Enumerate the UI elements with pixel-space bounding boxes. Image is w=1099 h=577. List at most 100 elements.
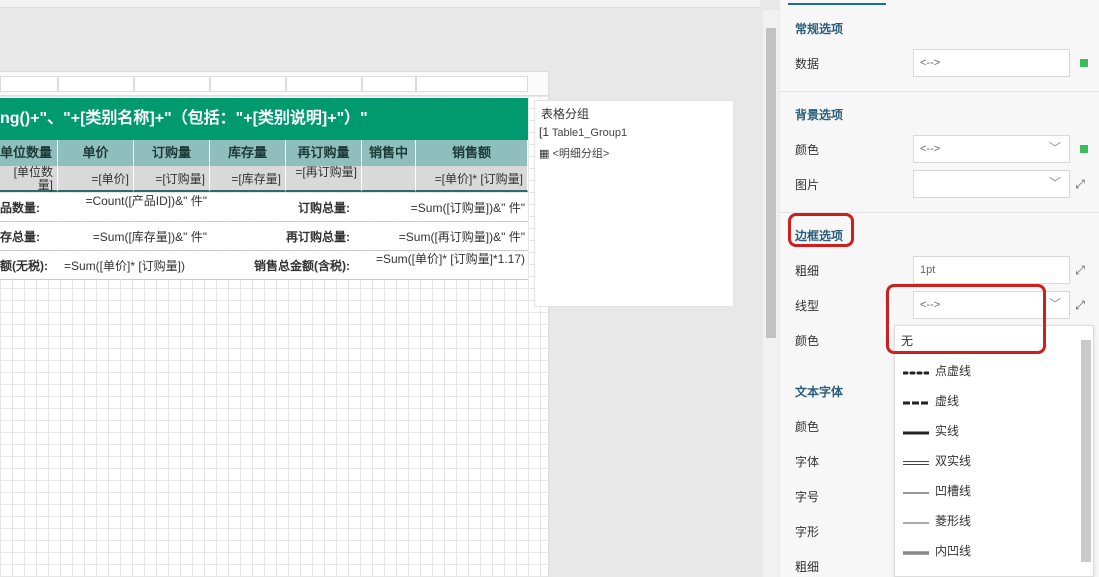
detail-cell[interactable]: =[单价] <box>58 166 134 192</box>
canvas-vertical-scrollbar[interactable] <box>763 10 779 577</box>
option-ridge[interactable]: 菱形线 <box>903 509 971 533</box>
expand-icon[interactable]: ⤢ <box>1073 298 1087 312</box>
inset-line-icon <box>903 540 929 564</box>
option-label: 实线 <box>935 424 960 438</box>
ruler-segment[interactable] <box>362 76 416 92</box>
ruler-segment[interactable] <box>58 76 134 92</box>
column-ruler[interactable] <box>0 72 548 96</box>
option-dashed[interactable]: 虚线 <box>903 389 959 413</box>
option-inset[interactable]: 内凹线 <box>903 539 971 563</box>
data-input[interactable]: <--> <box>913 49 1070 77</box>
dropdown-scrollbar[interactable] <box>1081 340 1091 562</box>
footer-label[interactable]: 再订购总量: <box>210 223 362 251</box>
footer-formula[interactable]: =Sum([库存量])&" 件" <box>58 223 210 251</box>
solid-line-icon <box>903 420 929 444</box>
detail-cell[interactable]: =[单价]* [订购量] <box>416 166 528 192</box>
line-style-dropdown[interactable]: 无 点虚线 虚线 实线 双实线 凹槽线 菱形线 内凹线 <box>894 325 1094 577</box>
border-style-label: 线型 <box>795 299 820 313</box>
expand-icon[interactable]: ⤢ <box>1073 263 1087 277</box>
group-item-label: Table1_Group1 <box>551 127 628 139</box>
background-section-heading: 背景选项 <box>795 108 844 122</box>
header-cell[interactable]: 订购量 <box>134 140 210 166</box>
ridge-line-icon <box>903 510 929 534</box>
footer-label[interactable]: 销售总金额(含税): <box>210 252 362 280</box>
option-groove[interactable]: 凹槽线 <box>903 479 971 503</box>
border-width-label: 粗细 <box>795 264 820 278</box>
header-cell[interactable]: 单位数量 <box>0 140 58 166</box>
background-image-select[interactable]: ﹀ <box>913 170 1070 198</box>
font-shape-label: 字形 <box>795 525 820 539</box>
background-color-label: 颜色 <box>795 143 820 157</box>
dashed-line-icon <box>903 390 929 414</box>
ruler-segment[interactable] <box>134 76 210 92</box>
general-section-heading: 常规选项 <box>795 22 844 36</box>
font-section-heading: 文本字体 <box>795 385 844 399</box>
detail-cell[interactable]: =[订购量] <box>134 166 210 192</box>
footer-formula[interactable]: =Sum([单价]* [订购量]) <box>58 252 210 280</box>
font-size-label: 字号 <box>795 490 820 504</box>
group-panel-title: 表格分组 <box>541 107 590 121</box>
header-cell[interactable]: 单价 <box>58 140 134 166</box>
font-weight-label: 粗细 <box>795 560 820 574</box>
binding-indicator-icon[interactable] <box>1080 145 1088 153</box>
double-line-icon <box>903 450 929 474</box>
background-color-value: <--> <box>920 143 941 155</box>
footer-formula[interactable]: =Sum([单价]* [订购量]*1.17) <box>362 252 528 280</box>
detail-cell[interactable]: =[库存量] <box>210 166 286 192</box>
detail-cell[interactable] <box>362 166 416 192</box>
table-group-panel: 表格分组 [1 Table1_Group1 ▦ <明细分组> <box>534 100 734 307</box>
background-image-label: 图片 <box>795 178 820 192</box>
ruler-segment[interactable] <box>416 76 528 92</box>
option-dotted[interactable]: 点虚线 <box>902 359 972 384</box>
detail-group-icon: ▦ <box>539 148 550 160</box>
header-cell[interactable]: 销售中 <box>362 140 416 166</box>
ruler-segment[interactable] <box>0 76 58 92</box>
header-cell[interactable]: 库存量 <box>210 140 286 166</box>
option-label: 双实线 <box>935 454 972 468</box>
border-color-label: 颜色 <box>795 334 820 348</box>
footer-label[interactable]: 品数量: <box>0 194 58 222</box>
chevron-down-icon[interactable]: ﹀ <box>1049 170 1061 196</box>
option-label: 内凹线 <box>935 544 972 558</box>
top-toolbar-strip <box>0 0 760 8</box>
option-solid[interactable]: 实线 <box>903 419 959 443</box>
footer-formula[interactable]: =Sum([再订购量])&" 件" <box>362 223 528 251</box>
option-label: 点虚线 <box>935 364 972 378</box>
dotted-line-icon <box>902 360 930 384</box>
group-item-label: <明细分组> <box>552 148 610 160</box>
groove-line-icon <box>903 480 929 504</box>
header-cell[interactable]: 销售额 <box>416 140 528 166</box>
footer-formula[interactable]: =Sum([订购量])&" 件" <box>362 194 528 222</box>
highlight-line-style <box>886 284 1046 354</box>
group-item[interactable]: ▦ <明细分组> <box>539 145 609 161</box>
footer-formula[interactable]: =Count([产品ID])&" 件" <box>58 194 210 222</box>
option-label: 凹槽线 <box>935 484 972 498</box>
ruler-segment[interactable] <box>210 76 286 92</box>
background-color-select[interactable]: <--> ﹀ <box>913 135 1070 163</box>
font-color-label: 颜色 <box>795 420 820 434</box>
detail-cell[interactable]: [单位数量] <box>0 166 58 192</box>
option-label: 菱形线 <box>935 514 972 528</box>
bracket-icon: [1 <box>539 125 550 139</box>
section-divider <box>780 91 1099 92</box>
scrollbar-thumb[interactable] <box>766 28 776 338</box>
highlight-border-heading <box>788 213 854 247</box>
ruler-segment[interactable] <box>286 76 362 92</box>
footer-label[interactable]: 额(无税): <box>0 252 58 280</box>
chevron-down-icon[interactable]: ﹀ <box>1049 135 1061 161</box>
footer-label[interactable]: 订购总量: <box>210 194 362 222</box>
expand-icon[interactable]: ⤢ <box>1073 177 1087 191</box>
option-double[interactable]: 双实线 <box>903 449 971 473</box>
border-width-input[interactable]: 1pt <box>913 256 1070 284</box>
detail-cell[interactable]: =[再订购量] <box>286 166 362 192</box>
active-tab-indicator <box>788 0 886 5</box>
chevron-down-icon[interactable]: ﹀ <box>1049 291 1061 317</box>
font-family-label: 字体 <box>795 455 820 469</box>
data-label: 数据 <box>795 57 820 71</box>
header-cell[interactable]: 再订购量 <box>286 140 362 166</box>
table-title-row[interactable]: ng()+"、"+[类别名称]+"（包括："+[类别说明]+"）" <box>0 98 528 140</box>
option-label: 虚线 <box>935 394 960 408</box>
footer-label[interactable]: 存总量: <box>0 223 58 251</box>
binding-indicator-icon[interactable] <box>1080 59 1088 67</box>
group-item[interactable]: [1 Table1_Group1 <box>539 125 627 139</box>
